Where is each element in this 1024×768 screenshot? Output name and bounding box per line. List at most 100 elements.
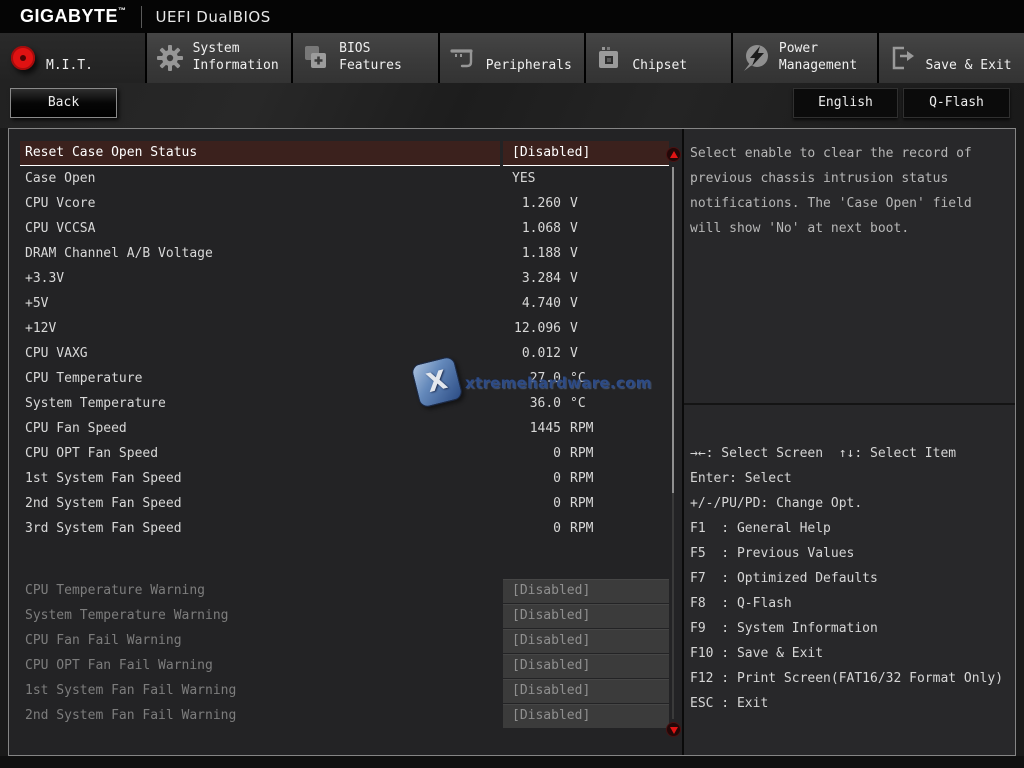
bios-screen: GIGABYTE™ UEFI DualBIOS M.I.T. System In…: [0, 0, 1024, 768]
item-help-text: Select enable to clear the record of pre…: [684, 129, 1015, 405]
setting-value-text: [Disabled]: [512, 679, 590, 702]
settings-row[interactable]: +12V 12.096 V: [9, 316, 682, 341]
legend-line: F12 : Print Screen(FAT16/32 Format Only): [690, 666, 1011, 691]
setting-value: 1.188V: [503, 241, 669, 266]
setting-value-unit: V: [570, 191, 578, 216]
scrollbar[interactable]: [672, 167, 674, 719]
setting-label: CPU OPT Fan Speed: [20, 441, 500, 466]
warning-rows: CPU Temperature Warning [Disabled] Syste…: [9, 566, 682, 728]
footer-strip: [0, 756, 1024, 768]
setting-value-unit: V: [570, 316, 578, 341]
setting-value: [Disabled]: [503, 579, 669, 603]
tab-label-line: Features: [339, 57, 402, 74]
tab-bios-features[interactable]: BIOS Features: [293, 33, 438, 83]
settings-row[interactable]: System Temperature 36.0°C: [9, 391, 682, 416]
setting-label: System Temperature: [20, 391, 500, 416]
legend-line: F7 : Optimized Defaults: [690, 566, 1011, 591]
setting-value-number: 36.0: [512, 391, 561, 416]
setting-value-number: 1.188: [512, 241, 561, 266]
setting-value: 0RPM: [503, 466, 669, 491]
setting-value: [Disabled]: [503, 654, 669, 678]
setting-value: 1.068 V: [503, 216, 669, 241]
tab-label-line: Power: [779, 40, 857, 57]
tab-system-information[interactable]: System Information: [147, 33, 292, 83]
setting-value: [Disabled]: [503, 629, 669, 653]
tab-power-management[interactable]: Power Management: [733, 33, 878, 83]
settings-row[interactable]: CPU OPT Fan Speed 0RPM: [9, 441, 682, 466]
settings-row[interactable]: CPU VAXG 0.012V: [9, 341, 682, 366]
setting-value-text: [Disabled]: [512, 654, 590, 677]
setting-value-unit: °C: [570, 366, 586, 391]
setting-value: 0RPM: [503, 491, 669, 516]
settings-row-disabled: CPU Fan Fail Warning [Disabled]: [9, 628, 682, 653]
back-button[interactable]: Back: [10, 88, 117, 118]
setting-value: 0RPM: [503, 441, 669, 466]
setting-value-unit: RPM: [570, 466, 593, 491]
settings-rows: Reset Case Open Status [Disabled] Case O…: [9, 129, 682, 541]
settings-row[interactable]: CPU VCCSA 1.068V: [9, 216, 682, 241]
setting-label: 2nd System Fan Speed: [20, 491, 500, 516]
setting-value-number: 12.096: [512, 316, 561, 341]
help-line: Select enable to clear the record of: [690, 141, 1007, 166]
tab-label-line: Save & Exit: [925, 57, 1011, 74]
setting-value-text: YES: [512, 166, 535, 191]
setting-value-number: 0: [512, 491, 561, 516]
power-bolt-icon: [741, 43, 771, 73]
setting-label: +5V: [20, 291, 500, 316]
tab-label-line: Management: [779, 57, 857, 74]
bios-product-title: UEFI DualBIOS: [156, 8, 271, 26]
setting-label: +12V: [20, 316, 500, 341]
settings-row[interactable]: CPU Temperature 27.0 °C: [9, 366, 682, 391]
setting-value-text: [Disabled]: [512, 141, 590, 165]
tab-mit[interactable]: M.I.T.: [0, 33, 145, 83]
scroll-down-arrow[interactable]: [666, 722, 681, 737]
settings-row[interactable]: 3rd System Fan Speed 0RPM: [9, 516, 682, 541]
setting-value-number: 27.0: [512, 366, 561, 391]
settings-row-disabled: CPU Temperature Warning [Disabled]: [9, 578, 682, 603]
settings-row-disabled: System Temperature Warning [Disabled]: [9, 603, 682, 628]
setting-value: 0.012V: [503, 341, 669, 366]
save-exit-icon: [887, 43, 917, 73]
settings-row-disabled: CPU OPT Fan Fail Warning [Disabled]: [9, 653, 682, 678]
tab-peripherals[interactable]: Peripherals: [440, 33, 585, 83]
setting-value-number: 1.068: [512, 216, 561, 241]
language-button[interactable]: English: [793, 88, 898, 118]
setting-value-unit: V: [570, 216, 578, 241]
scrollbar-thumb[interactable]: [672, 167, 674, 493]
setting-value-unit: RPM: [570, 441, 593, 466]
tab-label-line: Peripherals: [486, 57, 572, 74]
help-line: previous chassis intrusion status: [690, 166, 1007, 191]
tab-save-exit[interactable]: Save & Exit: [879, 33, 1024, 83]
settings-row[interactable]: 1st System Fan Speed 0RPM: [9, 466, 682, 491]
settings-row[interactable]: Reset Case Open Status [Disabled]: [9, 141, 682, 166]
qflash-button[interactable]: Q-Flash: [903, 88, 1010, 118]
mit-dial-icon: [8, 43, 38, 73]
setting-value-number: 4.740: [512, 291, 561, 316]
setting-value-unit: RPM: [570, 516, 593, 541]
legend-line: ESC : Exit: [690, 691, 1011, 716]
setting-label: +3.3V: [20, 266, 500, 291]
settings-row[interactable]: DRAM Channel A/B Voltage 1.188V: [9, 241, 682, 266]
setting-value-text: [Disabled]: [512, 604, 590, 627]
subheader: Back English Q-Flash: [0, 83, 1024, 128]
settings-row[interactable]: 2nd System Fan Speed 0RPM: [9, 491, 682, 516]
tab-chipset[interactable]: Chipset: [586, 33, 731, 83]
setting-label: CPU Fan Fail Warning: [20, 628, 500, 653]
settings-row[interactable]: CPU Fan Speed 1445RPM: [9, 416, 682, 441]
bios-chip-plus-icon: [301, 43, 331, 73]
setting-value-number: 0.012: [512, 341, 561, 366]
scroll-up-arrow[interactable]: [666, 147, 681, 162]
settings-row[interactable]: +5V 4.740V: [9, 291, 682, 316]
setting-value: 1445RPM: [503, 416, 669, 441]
settings-row[interactable]: CPU Vcore 1.260V: [9, 191, 682, 216]
setting-label: CPU Temperature: [20, 366, 500, 391]
setting-label: 1st System Fan Speed: [20, 466, 500, 491]
setting-label: 3rd System Fan Speed: [20, 516, 500, 541]
setting-value: [Disabled]: [503, 604, 669, 628]
setting-value: 12.096 V: [503, 316, 669, 341]
setting-label: CPU VAXG: [20, 341, 500, 366]
chipset-icon: [594, 43, 624, 73]
settings-row[interactable]: Case Open YES: [9, 166, 682, 191]
settings-row[interactable]: +3.3V 3.284V: [9, 266, 682, 291]
setting-label: CPU Vcore: [20, 191, 500, 216]
